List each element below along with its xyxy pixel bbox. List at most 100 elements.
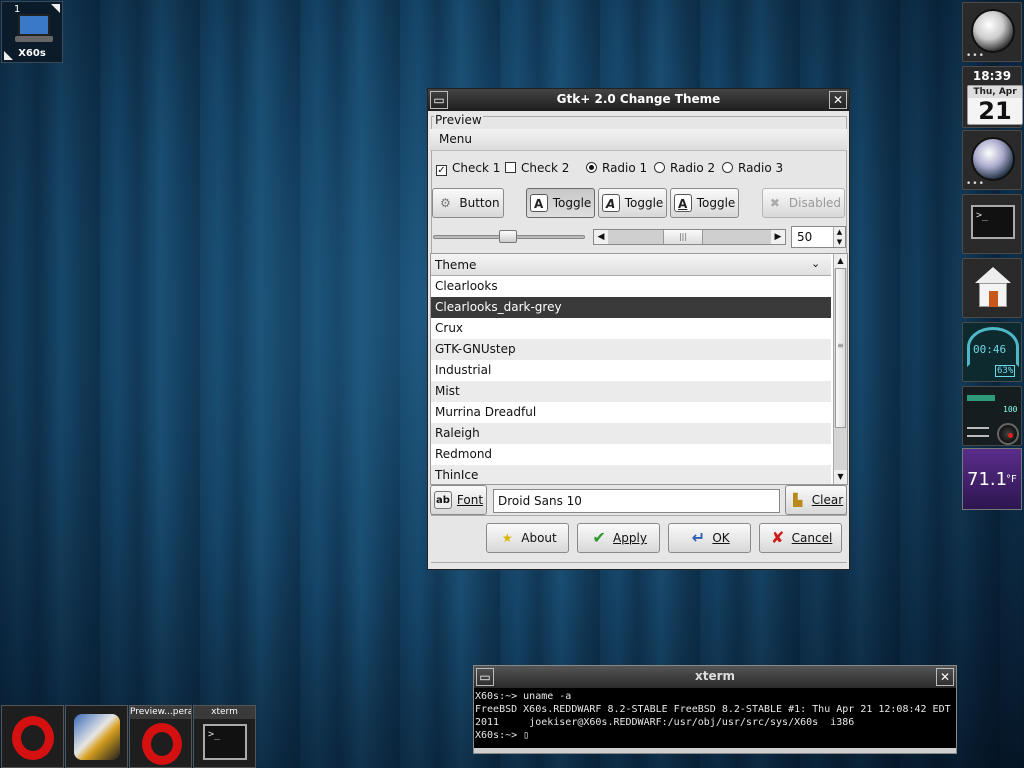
battery-time: 00:46 bbox=[973, 343, 1007, 356]
checkbox-icon bbox=[505, 162, 516, 173]
dock-terminal[interactable]: >_ bbox=[962, 194, 1022, 254]
clear-button[interactable]: ▙ Clear bbox=[785, 485, 847, 515]
enter-arrow-icon: ↵ bbox=[691, 528, 706, 547]
check-2[interactable]: Check 2 bbox=[505, 161, 569, 175]
spin-button[interactable]: 50 ▲ ▼ bbox=[791, 226, 846, 248]
terminal-line: 2011 joekiser@X60s.REDDWARF:/usr/obj/usr… bbox=[475, 717, 855, 728]
scroll-down-arrow-icon[interactable]: ▼ bbox=[834, 470, 847, 484]
theme-list-item[interactable]: GTK-GNUstep bbox=[431, 339, 831, 360]
vertical-scrollbar[interactable]: ▲ ≡ ▼ bbox=[833, 254, 847, 484]
radio-2[interactable]: Radio 2 bbox=[654, 161, 715, 175]
slider-handle[interactable] bbox=[499, 230, 517, 243]
spin-value: 50 bbox=[797, 230, 813, 244]
toggle-button-1[interactable]: A Toggle bbox=[526, 188, 595, 218]
theme-column-header[interactable]: Theme ⌄ bbox=[431, 254, 831, 276]
app-globe-icon bbox=[971, 9, 1015, 53]
taskbar-app-2[interactable] bbox=[65, 705, 128, 768]
dialog-titlebar[interactable]: ▭ Gtk+ 2.0 Change Theme ✕ bbox=[428, 89, 849, 111]
file-manager-icon bbox=[74, 714, 120, 760]
theme-list-item[interactable]: Crux bbox=[431, 318, 831, 339]
dialog-bottom-edge bbox=[431, 562, 847, 568]
theme-list-item[interactable]: Clearlooks_dark-grey bbox=[431, 297, 831, 318]
checkmark-icon: ✔ bbox=[592, 528, 606, 547]
equalizer-bar-icon bbox=[967, 395, 995, 401]
radio-1[interactable]: Radio 1 bbox=[586, 161, 647, 175]
sample-button[interactable]: ⚙ Button bbox=[432, 188, 504, 218]
battery-widget[interactable]: 00:46 63% bbox=[962, 322, 1022, 382]
close-icon[interactable]: ✕ bbox=[829, 91, 847, 109]
battery-percent: 63% bbox=[995, 365, 1016, 377]
scroll-up-arrow-icon[interactable]: ▲ bbox=[834, 254, 847, 268]
radio-3[interactable]: Radio 3 bbox=[722, 161, 783, 175]
theme-list: Theme ⌄ Clearlooks Clearlooks_dark-grey Cr… bbox=[430, 253, 848, 485]
menu-item[interactable]: Menu bbox=[439, 132, 472, 146]
scrollbar-thumb[interactable]: ≡ bbox=[835, 268, 846, 428]
pager-corner-icon bbox=[51, 4, 60, 13]
volume-level: 100 bbox=[1003, 405, 1018, 414]
clock-time: 18:39 bbox=[972, 69, 1012, 83]
theme-list-item[interactable]: Raleigh bbox=[431, 423, 831, 444]
dock-app-settings[interactable]: ••• bbox=[962, 130, 1022, 190]
apply-button[interactable]: ✔ Apply bbox=[577, 523, 660, 553]
font-button[interactable]: ab Font bbox=[430, 485, 487, 515]
theme-list-item[interactable]: ThinIce bbox=[431, 465, 831, 484]
taskbar-caption: Preview...pera bbox=[130, 706, 191, 719]
cancel-button[interactable]: ✘ Cancel bbox=[759, 523, 842, 553]
italic-a-icon: A bbox=[601, 194, 620, 212]
terminal-line: X60s:~> ▯ bbox=[475, 730, 530, 741]
toggle-button-2[interactable]: A Toggle bbox=[598, 188, 667, 218]
taskbar-opera-1[interactable] bbox=[1, 705, 64, 768]
scrollbar-thumb[interactable]: ||| bbox=[663, 230, 703, 244]
theme-rows: Clearlooks Clearlooks_dark-grey Crux GTK-GN… bbox=[431, 276, 831, 484]
calendar-day: 21 bbox=[978, 97, 1012, 125]
xterm-titlebar[interactable]: ▭ xterm ✕ bbox=[474, 666, 956, 688]
theme-list-item[interactable]: Clearlooks bbox=[431, 276, 831, 297]
temperature-unit: °F bbox=[1006, 474, 1017, 485]
window-menu-icon[interactable]: ▭ bbox=[430, 91, 448, 109]
star-icon: ★ bbox=[501, 531, 513, 545]
slider-lines-icon bbox=[967, 427, 989, 437]
toggle-button-3[interactable]: A Toggle bbox=[670, 188, 739, 218]
volume-widget[interactable]: 100 bbox=[962, 386, 1022, 446]
theme-list-item[interactable]: Murrina Dreadful bbox=[431, 402, 831, 423]
opera-icon bbox=[12, 716, 54, 760]
home-roof-icon bbox=[975, 267, 1011, 283]
xterm-title: xterm bbox=[694, 669, 736, 683]
ok-button[interactable]: ↵ OK bbox=[668, 523, 751, 553]
xterm-window[interactable]: ▭ xterm ✕ X60s:~> uname -a FreeBSD X60s.… bbox=[473, 665, 957, 754]
dock-home[interactable] bbox=[962, 258, 1022, 318]
weather-widget[interactable]: 71.1 °F bbox=[962, 448, 1022, 510]
theme-list-item[interactable]: Industrial bbox=[431, 360, 831, 381]
close-icon[interactable]: ✕ bbox=[936, 668, 954, 686]
check-1[interactable]: ✓ Check 1 bbox=[436, 161, 500, 176]
radio-icon bbox=[722, 162, 733, 173]
x-disabled-icon: ✖ bbox=[769, 196, 780, 210]
spin-arrows-icon[interactable]: ▲ ▼ bbox=[833, 227, 845, 247]
opera-icon bbox=[142, 723, 182, 765]
theme-list-item[interactable]: Redmond bbox=[431, 444, 831, 465]
volume-indicator-icon bbox=[1008, 433, 1013, 438]
clock-widget[interactable]: 18:39 Thu, Apr 21 bbox=[962, 66, 1023, 128]
font-field[interactable]: Droid Sans 10 bbox=[493, 489, 780, 513]
horizontal-scrollbar[interactable]: ◀ ||| ▶ bbox=[593, 229, 786, 245]
dialog-title: Gtk+ 2.0 Change Theme bbox=[556, 92, 721, 106]
radio-selected-icon bbox=[586, 162, 597, 173]
disabled-button: ✖ Disabled bbox=[762, 188, 845, 218]
taskbar-opera-preview[interactable]: Preview...pera bbox=[129, 705, 192, 768]
temperature-value: 71.1 bbox=[967, 469, 1008, 490]
scroll-right-arrow-icon[interactable]: ▶ bbox=[771, 230, 785, 244]
window-menu-icon[interactable]: ▭ bbox=[476, 668, 494, 686]
taskbar-xterm[interactable]: xterm >_ bbox=[193, 705, 256, 768]
checkbox-checked-icon: ✓ bbox=[436, 165, 447, 176]
workspace-pager[interactable]: 1 X60s bbox=[1, 1, 63, 63]
about-button[interactable]: ★ About bbox=[486, 523, 569, 553]
dock-app-1[interactable]: ••• bbox=[962, 2, 1022, 62]
laptop-base-icon bbox=[15, 36, 53, 42]
laptop-icon bbox=[18, 14, 50, 36]
radio-icon bbox=[654, 162, 665, 173]
xterm-scrollbar[interactable] bbox=[474, 748, 956, 753]
change-theme-dialog: ▭ Gtk+ 2.0 Change Theme ✕ Preview Menu ✓… bbox=[427, 88, 850, 570]
scroll-left-arrow-icon[interactable]: ◀ bbox=[594, 230, 608, 244]
theme-list-item[interactable]: Mist bbox=[431, 381, 831, 402]
cancel-x-icon: ✘ bbox=[770, 528, 785, 547]
